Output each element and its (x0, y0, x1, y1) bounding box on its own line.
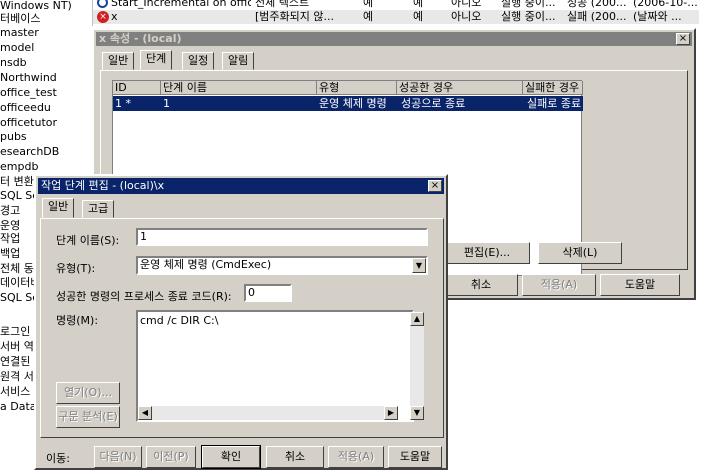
step-type: 운영 체제 명령 (319, 97, 387, 110)
exit-code-label: 성공한 명령의 프로세스 종료 코드(R): (56, 290, 232, 303)
tree-item[interactable]: pubs (0, 129, 27, 145)
tab-general[interactable]: 일반 (102, 52, 135, 70)
step-on-success: 성공으로 종료 (401, 97, 466, 110)
step-on-failure: 실패로 종료 (527, 97, 582, 110)
job-status-icon (97, 0, 108, 8)
step-name: 1 (163, 97, 170, 110)
type-select[interactable]: 운영 체제 명령 (CmdExec) ▼ (136, 256, 428, 275)
job-last-result: 실패 (200... (567, 10, 627, 23)
parse-button[interactable]: 구문 분석(E) (56, 406, 120, 428)
previous-button[interactable]: 이전(P) (146, 446, 196, 468)
command-label: 명령(M): (56, 314, 99, 327)
scroll-up-icon[interactable]: ▲ (410, 312, 424, 326)
job-last-result: 성공 (200... (567, 0, 627, 9)
tree-item[interactable]: master (0, 25, 39, 41)
step-name-label: 단계 이름(S): (56, 234, 120, 247)
tab-advanced[interactable]: 고급 (82, 200, 115, 218)
tab-general[interactable]: 일반 (42, 198, 75, 218)
apply-button[interactable]: 적용(A) (328, 446, 384, 468)
close-icon[interactable]: × (676, 33, 690, 45)
tree-item[interactable]: empdb (0, 159, 38, 175)
scroll-right-icon[interactable]: ▶ (384, 406, 398, 420)
job-category: 전체 텍스트 (255, 0, 310, 9)
table-row[interactable]: Start_Incremental on offic... 전체 텍스트 예 예… (93, 0, 699, 10)
tree-item[interactable]: esearchDB (0, 144, 59, 160)
column-header-step-name[interactable]: 단계 이름 (161, 81, 317, 95)
job-category: [범주화되지 않... (255, 10, 334, 23)
job-runnable: 예 (413, 10, 424, 23)
job-name: Start_Incremental on offic... (111, 0, 251, 9)
apply-button[interactable]: 적용(A) (522, 274, 596, 296)
edit-step-dialog: 작업 단계 편집 - (local)\x × 일반 고급 단계 이름(S): 1… (34, 174, 448, 470)
cancel-button[interactable]: 취소 (444, 274, 518, 296)
tree-item[interactable]: 백업 (0, 246, 20, 262)
command-textarea[interactable]: cmd /c DIR C:\ ◀ ▶ (136, 310, 414, 422)
window-title: x 속성 - (local) (99, 32, 182, 45)
column-header-type[interactable]: 유형 (317, 81, 397, 95)
tab-notifications[interactable]: 알림 (222, 52, 255, 70)
tree-item[interactable]: 로그인 (0, 324, 30, 340)
open-button[interactable]: 열기(O)... (56, 382, 120, 404)
edit-step-titlebar[interactable]: 작업 단계 편집 - (local)\x (38, 178, 444, 194)
tree-item[interactable]: Northwind (0, 70, 57, 86)
help-button[interactable]: 도움말 (600, 274, 680, 296)
job-enabled: 예 (363, 0, 374, 9)
job-status: 실행 중이... (501, 0, 556, 9)
tree-item[interactable]: 서비스 (0, 384, 30, 400)
job-status: 실행 중이... (501, 10, 556, 23)
scroll-down-icon[interactable]: ▼ (410, 406, 424, 420)
job-properties-titlebar[interactable]: x 속성 - (local) (96, 32, 692, 46)
job-scheduled: 아니오 (451, 0, 482, 9)
job-runnable: 예 (413, 0, 424, 9)
help-button[interactable]: 도움말 (388, 446, 442, 468)
scroll-left-icon[interactable]: ◀ (138, 406, 152, 420)
exit-code-input[interactable]: 0 (244, 284, 292, 302)
step-name-input[interactable]: 1 (136, 228, 428, 246)
error-icon: × (97, 11, 109, 23)
vertical-scrollbar[interactable]: ▲ ▼ (410, 312, 424, 420)
next-button[interactable]: 다음(N) (94, 446, 142, 468)
tab-steps[interactable]: 단계 (140, 50, 173, 70)
ok-button[interactable]: 확인 (201, 445, 261, 469)
jobs-list: Start_Incremental on offic... 전체 텍스트 예 예… (92, 0, 708, 26)
edit-step-button[interactable]: 편집(E)... (444, 242, 530, 264)
job-next-run: (날짜와 ... (633, 10, 682, 23)
column-header-id[interactable]: ID (113, 81, 161, 95)
tree-item[interactable]: nsdb (0, 55, 27, 71)
step-start-icon: 1 * (115, 97, 131, 110)
tree-item[interactable]: model (0, 40, 34, 56)
tab-schedules[interactable]: 일정 (182, 52, 215, 70)
tree-item[interactable]: 경고 (0, 203, 20, 219)
close-icon[interactable]: × (428, 180, 442, 192)
job-enabled: 예 (363, 10, 374, 23)
tree-item[interactable]: 작업 (0, 231, 20, 247)
tree-item[interactable]: officeedu (0, 100, 51, 116)
job-name: x (111, 10, 118, 23)
table-row[interactable]: 1 * 1 운영 체제 명령 성공으로 종료 실패로 종료 (113, 96, 583, 111)
tree-item[interactable]: office_test (0, 85, 57, 101)
cancel-button[interactable]: 취소 (266, 446, 324, 468)
type-label: 유형(T): (56, 262, 96, 275)
table-row[interactable]: × x [범주화되지 않... 예 예 아니오 실행 중이... 실패 (200… (93, 10, 699, 24)
chevron-down-icon[interactable]: ▼ (412, 258, 426, 273)
horizontal-scrollbar[interactable]: ◀ ▶ (138, 406, 398, 420)
job-next-run: (2006-10-... (633, 0, 698, 9)
job-scheduled: 아니오 (451, 10, 482, 23)
dialog-title: 작업 단계 편집 - (local)\x (41, 179, 165, 192)
move-label: 이동: (46, 452, 70, 465)
delete-step-button[interactable]: 삭제(L) (538, 242, 622, 264)
column-header-on-success[interactable]: 성공한 경우 (397, 81, 523, 95)
column-header-on-failure[interactable]: 실패한 경우 (523, 81, 583, 95)
